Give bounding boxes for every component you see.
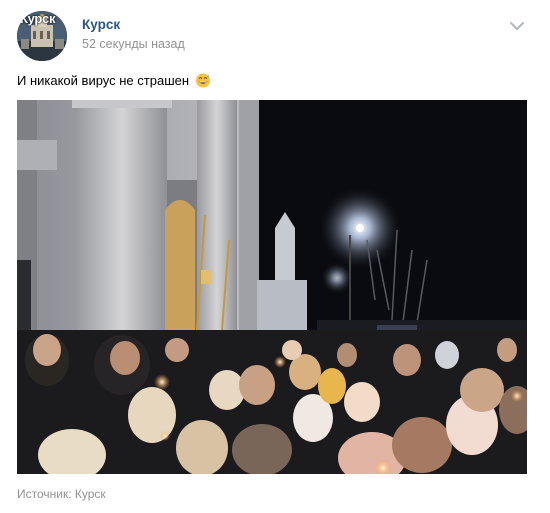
post-menu-chevron-down-icon[interactable] xyxy=(508,18,526,34)
post-photo-image xyxy=(17,100,527,474)
source-label: Источник: xyxy=(17,487,72,501)
post-card: Курск Курск 52 секунды назад И никакой в… xyxy=(0,0,550,513)
source-link[interactable]: Курск xyxy=(75,487,106,501)
grinning-face-with-sweat-emoji-icon xyxy=(195,72,211,88)
author-name[interactable]: Курск xyxy=(82,17,120,32)
avatar[interactable]: Курск xyxy=(17,11,67,61)
post-text: И никакой вирус не страшен xyxy=(17,72,211,90)
post-source: Источник: Курск xyxy=(17,487,106,501)
post-photo[interactable] xyxy=(17,100,527,474)
post-timestamp[interactable]: 52 секунды назад xyxy=(82,37,185,51)
post-text-body: И никакой вирус не страшен xyxy=(17,73,190,88)
avatar-label: Курск xyxy=(20,11,56,26)
